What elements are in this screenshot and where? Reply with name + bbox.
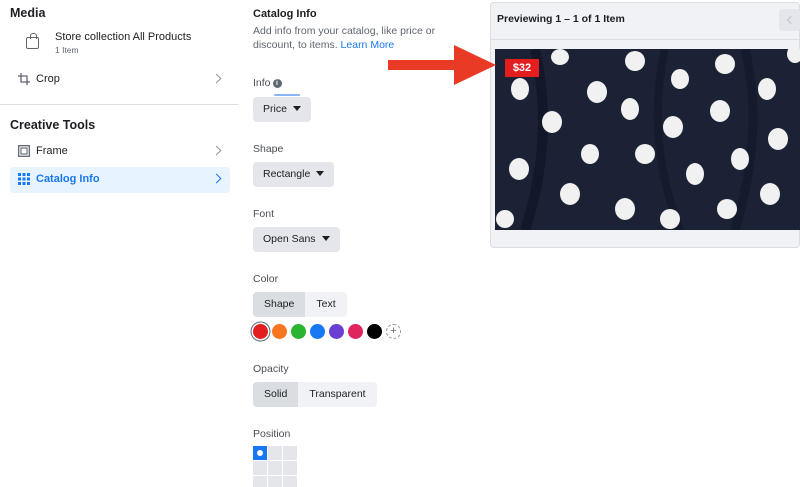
grid-dots-icon xyxy=(18,173,30,185)
catalog-info-row[interactable]: Catalog Info xyxy=(10,167,230,193)
media-item-count: 1 Item xyxy=(55,45,79,55)
swatch-orange[interactable] xyxy=(272,324,287,339)
left-panel: Media Store collection All Products 1 It… xyxy=(0,0,238,487)
info-dropdown-value: Price xyxy=(263,103,287,115)
chevron-right-icon xyxy=(211,145,222,156)
position-label: Position xyxy=(253,428,291,440)
polka-dot-fabric xyxy=(495,49,800,230)
add-color-icon[interactable]: + xyxy=(386,324,401,339)
font-label: Font xyxy=(253,208,275,220)
opacity-solid-option[interactable]: Solid xyxy=(253,382,299,407)
info-icon[interactable]: i xyxy=(272,79,282,88)
frame-icon xyxy=(18,145,30,157)
swatch-blue[interactable] xyxy=(310,324,325,339)
panel-title: Catalog Info xyxy=(253,8,317,20)
color-label: Color xyxy=(253,273,279,285)
swatch-green[interactable] xyxy=(291,324,306,339)
position-middle-center[interactable] xyxy=(268,461,282,475)
crop-icon xyxy=(18,73,30,85)
caret-down-icon xyxy=(316,171,325,176)
info-underline xyxy=(274,94,300,96)
catalog-info-label: Catalog Info xyxy=(36,173,100,185)
info-label: Info i xyxy=(253,77,282,89)
media-item-name: Store collection All Products xyxy=(55,31,192,43)
position-grid xyxy=(253,446,297,487)
info-dropdown[interactable]: Price xyxy=(253,97,311,122)
color-shape-tab[interactable]: Shape xyxy=(253,292,306,317)
position-top-center[interactable] xyxy=(268,446,282,460)
font-dropdown[interactable]: Open Sans xyxy=(253,227,340,252)
opacity-label: Opacity xyxy=(253,363,289,375)
preview-panel: Previewing 1 – 1 of 1 Item xyxy=(490,2,800,248)
chevron-right-icon xyxy=(211,73,222,84)
frame-row[interactable]: Frame xyxy=(10,139,230,165)
preview-title: Previewing 1 – 1 of 1 Item xyxy=(497,13,625,25)
crop-row[interactable]: Crop xyxy=(10,67,230,93)
position-top-left[interactable] xyxy=(253,446,267,460)
opacity-transparent-option[interactable]: Transparent xyxy=(298,382,376,407)
shape-dropdown[interactable]: Rectangle xyxy=(253,162,335,187)
product-image xyxy=(495,49,800,230)
frame-label: Frame xyxy=(36,145,68,157)
swatch-pink[interactable] xyxy=(348,324,363,339)
chevron-right-icon xyxy=(211,173,222,184)
position-top-right[interactable] xyxy=(283,446,297,460)
color-target-toggle: Shape Text xyxy=(253,292,347,317)
media-item[interactable]: Store collection All Products 1 Item xyxy=(10,28,230,60)
crop-label: Crop xyxy=(36,73,60,85)
shopping-bag-icon xyxy=(26,33,39,49)
opacity-toggle: Solid Transparent xyxy=(253,382,377,407)
font-dropdown-value: Open Sans xyxy=(263,233,316,245)
position-middle-right[interactable] xyxy=(283,461,297,475)
creative-tools-title: Creative Tools xyxy=(10,118,96,132)
position-bottom-center[interactable] xyxy=(268,476,282,487)
preview-divider xyxy=(491,39,800,40)
position-bottom-left[interactable] xyxy=(253,476,267,487)
color-text-tab[interactable]: Text xyxy=(305,292,346,317)
position-bottom-right[interactable] xyxy=(283,476,297,487)
learn-more-link[interactable]: Learn More xyxy=(341,39,395,51)
caret-down-icon xyxy=(292,106,301,111)
divider xyxy=(0,104,238,105)
price-tag: $32 xyxy=(505,59,539,77)
media-section-title: Media xyxy=(10,6,46,20)
caret-down-icon xyxy=(321,236,330,241)
previous-button[interactable] xyxy=(779,9,800,31)
swatch-purple[interactable] xyxy=(329,324,344,339)
position-middle-left[interactable] xyxy=(253,461,267,475)
swatch-red[interactable] xyxy=(253,324,268,339)
shape-dropdown-value: Rectangle xyxy=(263,168,311,180)
red-arrow-annotation xyxy=(388,45,496,85)
info-label-text: Info xyxy=(253,77,271,89)
shape-label: Shape xyxy=(253,143,284,155)
swatch-black[interactable] xyxy=(367,324,382,339)
